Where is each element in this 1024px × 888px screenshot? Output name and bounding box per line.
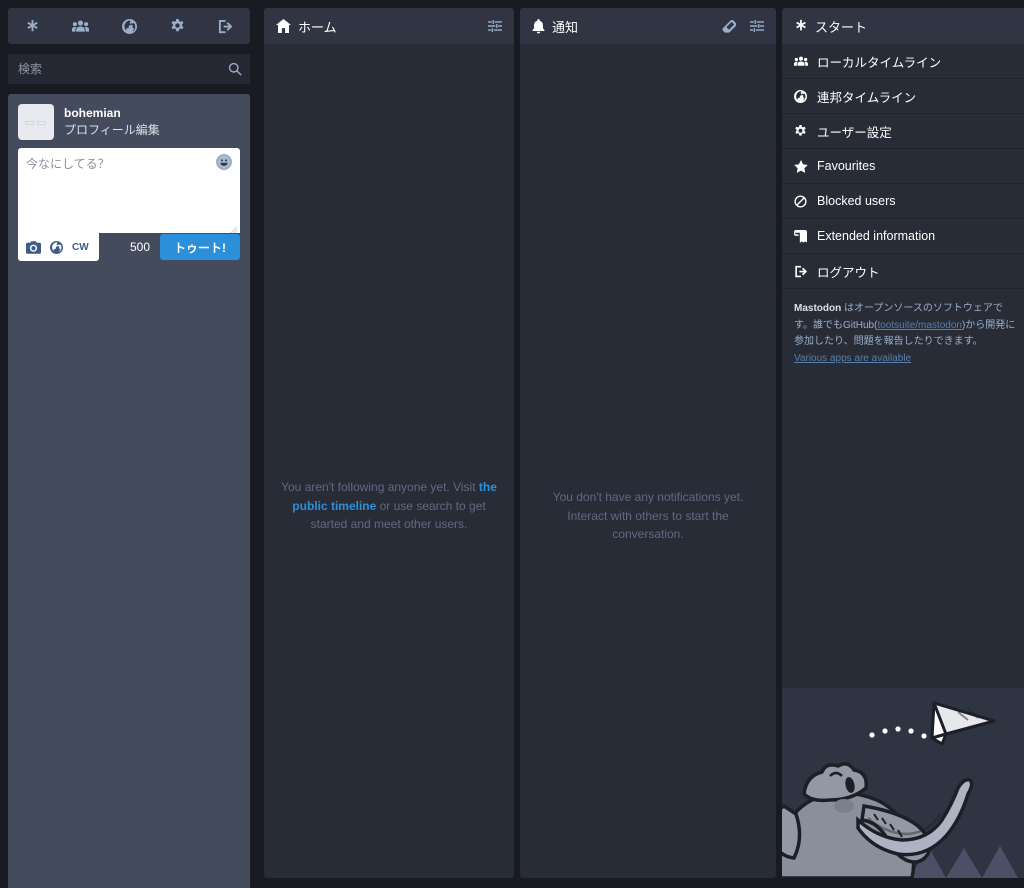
sliders-icon[interactable] bbox=[488, 19, 502, 33]
drawer-body: ▭▭ bohemian プロフィール編集 今なにしてる？ CW 500 トゥート… bbox=[8, 94, 250, 888]
search-icon[interactable] bbox=[228, 54, 242, 84]
sign-out-icon bbox=[218, 19, 233, 34]
drawer-tab-local-timeline[interactable] bbox=[56, 8, 104, 44]
toot-button[interactable]: トゥート! bbox=[160, 234, 240, 260]
notifications-empty-message: You don't have any notifications yet. In… bbox=[552, 490, 744, 542]
sign-out-icon bbox=[794, 265, 808, 278]
composer-toolbar: CW 500 トゥート! bbox=[18, 233, 240, 261]
start-about-note: Mastodon はオープンソースのソフトウェアです。誰でもGitHub(too… bbox=[782, 289, 1024, 377]
search-input[interactable] bbox=[8, 54, 250, 84]
book-icon bbox=[794, 229, 808, 243]
globe-icon[interactable] bbox=[50, 240, 63, 254]
mastodon-app: ▭▭ bohemian プロフィール編集 bbox=[0, 0, 1024, 888]
start-column-filler bbox=[782, 377, 1024, 878]
start-item-favourites[interactable]: Favourites bbox=[782, 149, 1024, 184]
notifications-column: 通知 You don't have any notifications yet.… bbox=[520, 8, 776, 878]
users-icon bbox=[72, 19, 90, 34]
eraser-icon[interactable] bbox=[722, 19, 736, 33]
content-warning-button[interactable]: CW bbox=[72, 242, 89, 253]
start-item-preferences[interactable]: ユーザー設定 bbox=[782, 114, 1024, 149]
start-item-label: Extended information bbox=[817, 229, 936, 243]
home-column-body: You aren't following anyone yet. Visit t… bbox=[264, 44, 514, 878]
composer-tools: CW bbox=[18, 233, 99, 261]
bell-icon bbox=[532, 18, 545, 34]
avatar[interactable]: ▭▭ bbox=[18, 104, 54, 140]
composer: CW 500 トゥート! bbox=[8, 148, 250, 261]
compose-textarea[interactable] bbox=[18, 148, 240, 228]
drawer-tab-start[interactable] bbox=[8, 8, 56, 44]
home-empty-text-before: You aren't following anyone yet. Visit bbox=[281, 480, 479, 494]
start-item-label: Favourites bbox=[817, 159, 876, 173]
drawer: ▭▭ bohemian プロフィール編集 bbox=[0, 0, 260, 888]
start-item-label: Blocked users bbox=[817, 194, 896, 208]
notifications-column-header[interactable]: 通知 bbox=[520, 8, 776, 44]
repo-link[interactable]: tootsuite/mastodon bbox=[877, 320, 962, 331]
start-column: スタート ローカルタイムライン 連邦タイムライン ユーザー設定 Favourit… bbox=[782, 8, 1024, 878]
apps-link[interactable]: Various apps are available bbox=[794, 353, 911, 364]
start-item-local-timeline[interactable]: ローカルタイムライン bbox=[782, 44, 1024, 79]
users-icon bbox=[794, 55, 808, 68]
composer-submit-area: 500 トゥート! bbox=[99, 234, 240, 260]
globe-icon bbox=[794, 89, 808, 103]
gear-icon bbox=[170, 18, 185, 34]
notifications-column-title: 通知 bbox=[552, 19, 579, 35]
ban-icon bbox=[794, 194, 808, 208]
avatar-placeholder-icon: ▭▭ bbox=[24, 116, 48, 129]
home-empty-message: You aren't following anyone yet. Visit t… bbox=[264, 478, 514, 534]
mastodon-mascot-illustration bbox=[782, 688, 1024, 878]
start-item-federated-timeline[interactable]: 連邦タイムライン bbox=[782, 79, 1024, 114]
start-item-label: ローカルタイムライン bbox=[817, 55, 942, 70]
account-meta: bohemian プロフィール編集 bbox=[64, 106, 160, 138]
account-row[interactable]: ▭▭ bohemian プロフィール編集 bbox=[8, 94, 250, 148]
edit-profile-link[interactable]: プロフィール編集 bbox=[64, 121, 160, 138]
gear-icon bbox=[794, 124, 808, 138]
home-icon bbox=[276, 19, 291, 33]
drawer-tab-preferences[interactable] bbox=[153, 8, 201, 44]
home-column-header[interactable]: ホーム bbox=[264, 8, 514, 44]
search-box bbox=[8, 54, 250, 84]
start-item-label: 連邦タイムライン bbox=[817, 90, 917, 105]
start-column-body: ローカルタイムライン 連邦タイムライン ユーザー設定 Favourites Bl… bbox=[782, 44, 1024, 878]
resize-handle[interactable] bbox=[228, 221, 238, 234]
start-column-title: スタート bbox=[815, 19, 868, 35]
notifications-column-body: You don't have any notifications yet. In… bbox=[520, 44, 776, 878]
drawer-tab-logout[interactable] bbox=[202, 8, 250, 44]
drawer-tab-federated-timeline[interactable] bbox=[105, 8, 153, 44]
globe-icon bbox=[121, 18, 137, 34]
star-icon bbox=[794, 159, 808, 173]
drawer-tab-bar bbox=[8, 8, 250, 44]
composer-textarea-wrap bbox=[18, 148, 240, 234]
character-counter: 500 bbox=[129, 240, 150, 254]
asterisk-icon bbox=[794, 19, 808, 33]
account-username: bohemian bbox=[64, 106, 121, 120]
sliders-icon[interactable] bbox=[750, 19, 764, 33]
start-menu-list: ローカルタイムライン 連邦タイムライン ユーザー設定 Favourites Bl… bbox=[782, 44, 1024, 289]
emoji-smile-icon[interactable] bbox=[216, 154, 232, 170]
start-item-label: ログアウト bbox=[817, 265, 880, 280]
start-item-label: ユーザー設定 bbox=[817, 125, 892, 140]
start-item-blocked-users[interactable]: Blocked users bbox=[782, 184, 1024, 219]
mastodon-brand-name: Mastodon bbox=[794, 303, 842, 314]
start-column-header[interactable]: スタート bbox=[782, 8, 1024, 44]
home-column-actions bbox=[488, 19, 502, 33]
camera-icon[interactable] bbox=[26, 240, 41, 254]
start-item-logout[interactable]: ログアウト bbox=[782, 254, 1024, 289]
notifications-column-actions bbox=[722, 19, 764, 33]
home-column-title: ホーム bbox=[298, 19, 337, 35]
asterisk-icon bbox=[25, 19, 40, 34]
home-column: ホーム You aren't following anyone yet. Vis… bbox=[264, 8, 514, 878]
start-item-extended-information[interactable]: Extended information bbox=[782, 219, 1024, 254]
